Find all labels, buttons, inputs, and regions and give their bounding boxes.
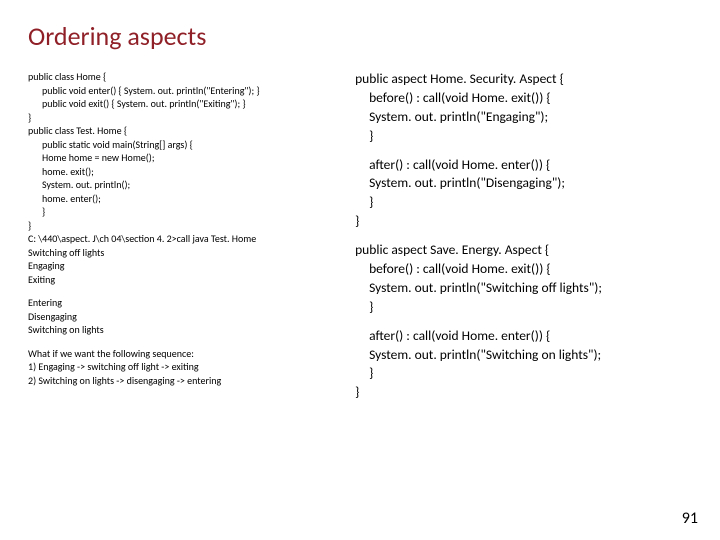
code-line: home. exit(); [28, 165, 345, 179]
code-line: } [28, 205, 345, 219]
note-block: What if we want the following sequence: … [28, 347, 345, 388]
slide-title: Ordering aspects [28, 20, 692, 52]
code-line: before() : call(void Home. exit()) { [355, 260, 692, 279]
code-line: public static void main(String[] args) { [28, 138, 345, 152]
code-block-1: public class Home { public void enter() … [28, 70, 345, 286]
code-line: } [355, 383, 692, 402]
output-line: Entering [28, 296, 345, 310]
code-line: public class Test. Home { [28, 124, 345, 138]
left-column: public class Home { public void enter() … [28, 70, 345, 412]
right-column: public aspect Home. Security. Aspect { b… [355, 70, 692, 412]
code-line: public aspect Save. Energy. Aspect { [355, 241, 692, 260]
code-line: } [28, 111, 345, 125]
code-line: after() : call(void Home. enter()) { [355, 156, 692, 175]
code-line: System. out. println("Switching off ligh… [355, 279, 692, 298]
code-line: after() : call(void Home. enter()) { [355, 327, 692, 346]
aspect-block-1: public aspect Home. Security. Aspect { b… [355, 70, 692, 231]
code-line: } [355, 298, 692, 317]
code-line: System. out. println("Switching on light… [355, 346, 692, 365]
page-number: 91 [682, 509, 698, 528]
code-line: } [355, 212, 692, 231]
code-line: System. out. println(); [28, 178, 345, 192]
aspect-block-2: public aspect Save. Energy. Aspect { bef… [355, 241, 692, 402]
code-line: Engaging [28, 259, 345, 273]
output-block: Entering Disengaging Switching on lights [28, 296, 345, 337]
output-line: Disengaging [28, 310, 345, 324]
code-line: public class Home { [28, 70, 345, 84]
code-line: System. out. println("Disengaging"); [355, 174, 692, 193]
code-line: Home home = new Home(); [28, 151, 345, 165]
code-line: } [355, 193, 692, 212]
code-line: } [28, 219, 345, 233]
spacer [355, 317, 692, 327]
code-line: C: \440\aspect. J\ch 04\section 4. 2>cal… [28, 232, 345, 246]
code-line: home. enter(); [28, 192, 345, 206]
code-line: public void enter() { System. out. print… [28, 84, 345, 98]
output-line: Switching on lights [28, 323, 345, 337]
note-line: 1) Engaging -> switching off light -> ex… [28, 360, 345, 374]
note-line: 2) Switching on lights -> disengaging ->… [28, 374, 345, 388]
code-line: before() : call(void Home. exit()) { [355, 89, 692, 108]
code-line: System. out. println("Engaging"); [355, 108, 692, 127]
code-line: Exiting [28, 273, 345, 287]
code-line: public aspect Home. Security. Aspect { [355, 70, 692, 89]
code-line: } [355, 127, 692, 146]
content-columns: public class Home { public void enter() … [28, 70, 692, 412]
code-line: public void exit() { System. out. printl… [28, 97, 345, 111]
spacer [355, 146, 692, 156]
code-line: Switching off lights [28, 246, 345, 260]
code-line: } [355, 364, 692, 383]
note-line: What if we want the following sequence: [28, 347, 345, 361]
